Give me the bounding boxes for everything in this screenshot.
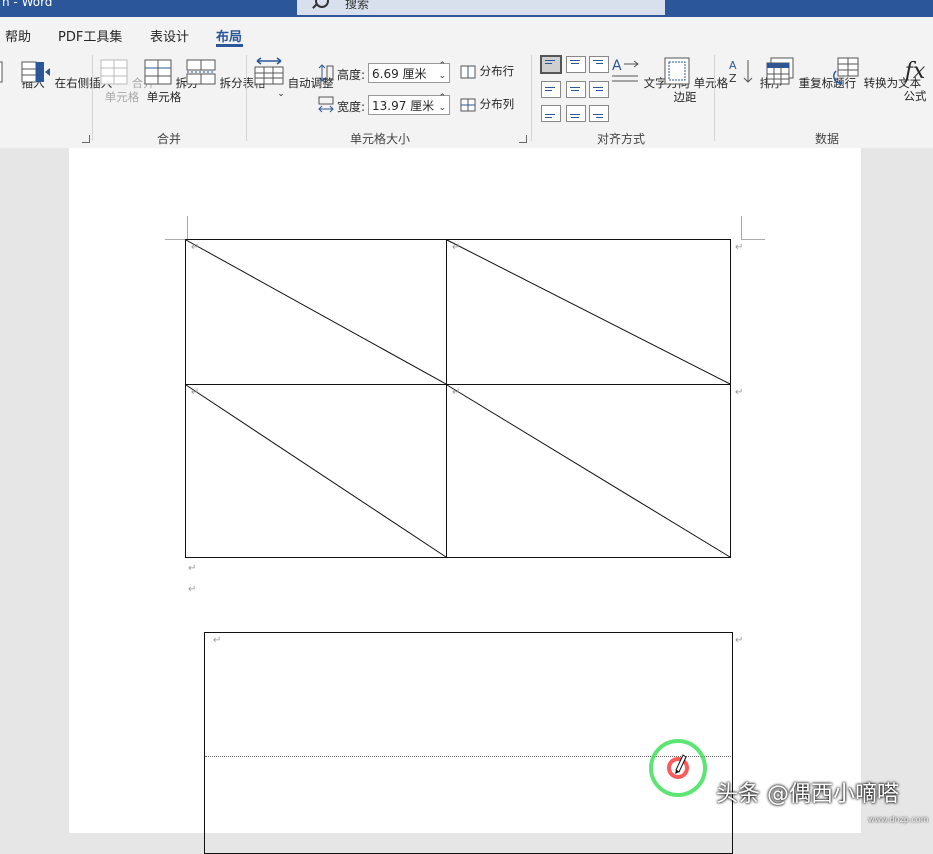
tab-layout[interactable]: 布局 — [216, 26, 242, 45]
data-group-label: 数据 — [815, 132, 840, 146]
watermark: 头条 @偶西小嘀嗒 — [716, 782, 899, 807]
paragraph-mark: ↵ — [188, 563, 197, 574]
separator — [246, 55, 247, 141]
row-height-spinner[interactable]: ⌃ ⌄ — [438, 61, 446, 81]
cell-size-dialog-launcher[interactable] — [519, 135, 527, 143]
tab-table-design[interactable]: 表设计 — [150, 26, 189, 45]
repeat-header-rows-button[interactable]: 重复标题行 — [765, 57, 856, 90]
autofit-icon — [254, 57, 284, 85]
ribbon-layout: 插入 在右侧插入 合并 单元格 拆分 单元格 拆分表格 合并 自动调整 ⌄ 高度… — [0, 47, 933, 149]
convert-to-text-button[interactable]: 转换为文本 — [830, 57, 921, 90]
pencil-cursor — [648, 738, 708, 798]
row-end-mark: ↵ — [735, 635, 744, 646]
column-width-spinner[interactable]: ⌃ ⌄ — [438, 93, 446, 113]
formula-button[interactable]: fx 公式 — [900, 57, 930, 103]
distribute-columns-button[interactable]: 分布列 — [460, 97, 514, 112]
ribbon-tabs: 帮助 PDF工具集 表设计 布局 — [0, 17, 933, 47]
distribute-rows-label: 分布行 — [479, 64, 515, 78]
search-placeholder: 搜索 — [345, 0, 370, 11]
align-middle-center-button[interactable] — [566, 81, 586, 98]
separator — [531, 55, 532, 141]
text-direction-button[interactable]: A 文字方向 — [610, 57, 690, 90]
sort-button[interactable]: AZ 排序 — [728, 57, 783, 90]
split-table-button[interactable]: 拆分表格 — [186, 59, 266, 90]
insert-right-button[interactable]: 在右侧插入 — [21, 59, 112, 90]
align-bottom-center-button[interactable] — [566, 105, 586, 122]
margin-crop-mark — [741, 239, 765, 240]
insert-right-icon — [21, 61, 50, 83]
width-label: 宽度: — [337, 100, 366, 114]
convert-to-text-icon — [833, 57, 859, 86]
align-top-right-button[interactable] — [589, 56, 609, 73]
repeat-header-icon — [766, 57, 794, 85]
tab-help[interactable]: 帮助 — [5, 26, 31, 45]
formula-label: 公式 — [903, 89, 927, 103]
separator — [92, 55, 93, 141]
margin-crop-mark — [741, 216, 742, 240]
row-end-mark: ↵ — [735, 387, 744, 398]
merge-group-label: 合并 — [157, 132, 182, 146]
separator — [714, 55, 715, 141]
row-end-mark: ↵ — [735, 242, 744, 253]
autofit-button[interactable]: 自动调整 ⌄ — [254, 57, 334, 99]
distribute-columns-icon — [460, 98, 476, 111]
search-box[interactable]: 搜索 — [297, 0, 665, 15]
table-diagonal[interactable]: ↵ ↵ ↵ ↵ ↵ ↵ — [185, 239, 743, 558]
document-canvas[interactable]: ↵ ↵ ↵ ↵ ↵ ↵ ↵ ↵ ↵ ↵ — [0, 148, 933, 854]
insert-left-button[interactable]: 插入 — [0, 59, 45, 90]
search-icon — [315, 0, 329, 8]
align-middle-left-button[interactable] — [541, 81, 561, 98]
cell-end-mark: ↵ — [213, 635, 222, 646]
title-bar: n - Word 搜索 — [0, 0, 933, 17]
paragraph-mark: ↵ — [188, 584, 197, 595]
text-direction-icon: A — [612, 58, 639, 82]
cell-diagonal-lines — [185, 239, 731, 558]
tab-pdf-tools[interactable]: PDF工具集 — [58, 26, 122, 45]
split-cells-button[interactable]: 拆分 单元格 — [144, 59, 199, 104]
align-bottom-left-button[interactable] — [541, 105, 561, 122]
column-width-value: 13.97 厘米 — [372, 99, 435, 113]
split-table-icon — [186, 59, 216, 85]
watermark-url: www.dnzp.com — [868, 815, 929, 824]
cell-size-group-label: 单元格大小 — [350, 132, 411, 146]
margin-crop-mark — [187, 216, 188, 240]
click-highlight-ring — [649, 739, 707, 797]
sort-icon: AZ — [729, 59, 753, 85]
row-height-input[interactable]: 6.69 厘米 ⌃ ⌄ — [368, 61, 450, 83]
window-title: n - Word — [2, 0, 53, 9]
align-bottom-right-button[interactable] — [589, 105, 609, 122]
merge-cells-icon — [100, 59, 128, 85]
row-height-icon — [318, 64, 334, 82]
distribute-columns-label: 分布列 — [479, 97, 515, 111]
align-top-center-button[interactable] — [566, 56, 586, 73]
svg-text:Z: Z — [729, 72, 737, 85]
align-middle-right-button[interactable] — [589, 81, 609, 98]
autofit-dropdown-icon: ⌄ — [277, 89, 285, 99]
column-width-input[interactable]: 13.97 厘米 ⌃ ⌄ — [368, 93, 450, 115]
cell-end-mark: ↵ — [191, 387, 200, 398]
alignment-group-label: 对齐方式 — [597, 132, 646, 146]
svg-text:A: A — [612, 58, 622, 74]
svg-text:A: A — [729, 59, 737, 72]
cell-margins-button[interactable]: 单元格 边距 — [664, 57, 728, 104]
cell-end-mark: ↵ — [452, 242, 461, 253]
document-page[interactable]: ↵ ↵ ↵ ↵ ↵ ↵ ↵ ↵ ↵ ↵ — [69, 148, 861, 854]
cell-end-mark: ↵ — [191, 242, 200, 253]
align-top-left-button[interactable] — [540, 55, 562, 74]
insert-left-icon — [0, 61, 3, 83]
cell-margins-icon — [664, 57, 690, 85]
distribute-rows-button[interactable]: 分布行 — [460, 64, 514, 79]
column-width-icon — [318, 96, 334, 113]
distribute-rows-icon — [460, 65, 476, 78]
cell-end-mark: ↵ — [452, 387, 461, 398]
height-label: 高度: — [337, 68, 366, 82]
row-height-value: 6.69 厘米 — [372, 67, 427, 81]
split-cells-icon — [144, 59, 172, 85]
formula-icon: fx — [904, 59, 926, 84]
merge-cells-button[interactable]: 合并 单元格 — [100, 59, 155, 104]
rows-cols-dialog-launcher[interactable] — [82, 135, 90, 143]
